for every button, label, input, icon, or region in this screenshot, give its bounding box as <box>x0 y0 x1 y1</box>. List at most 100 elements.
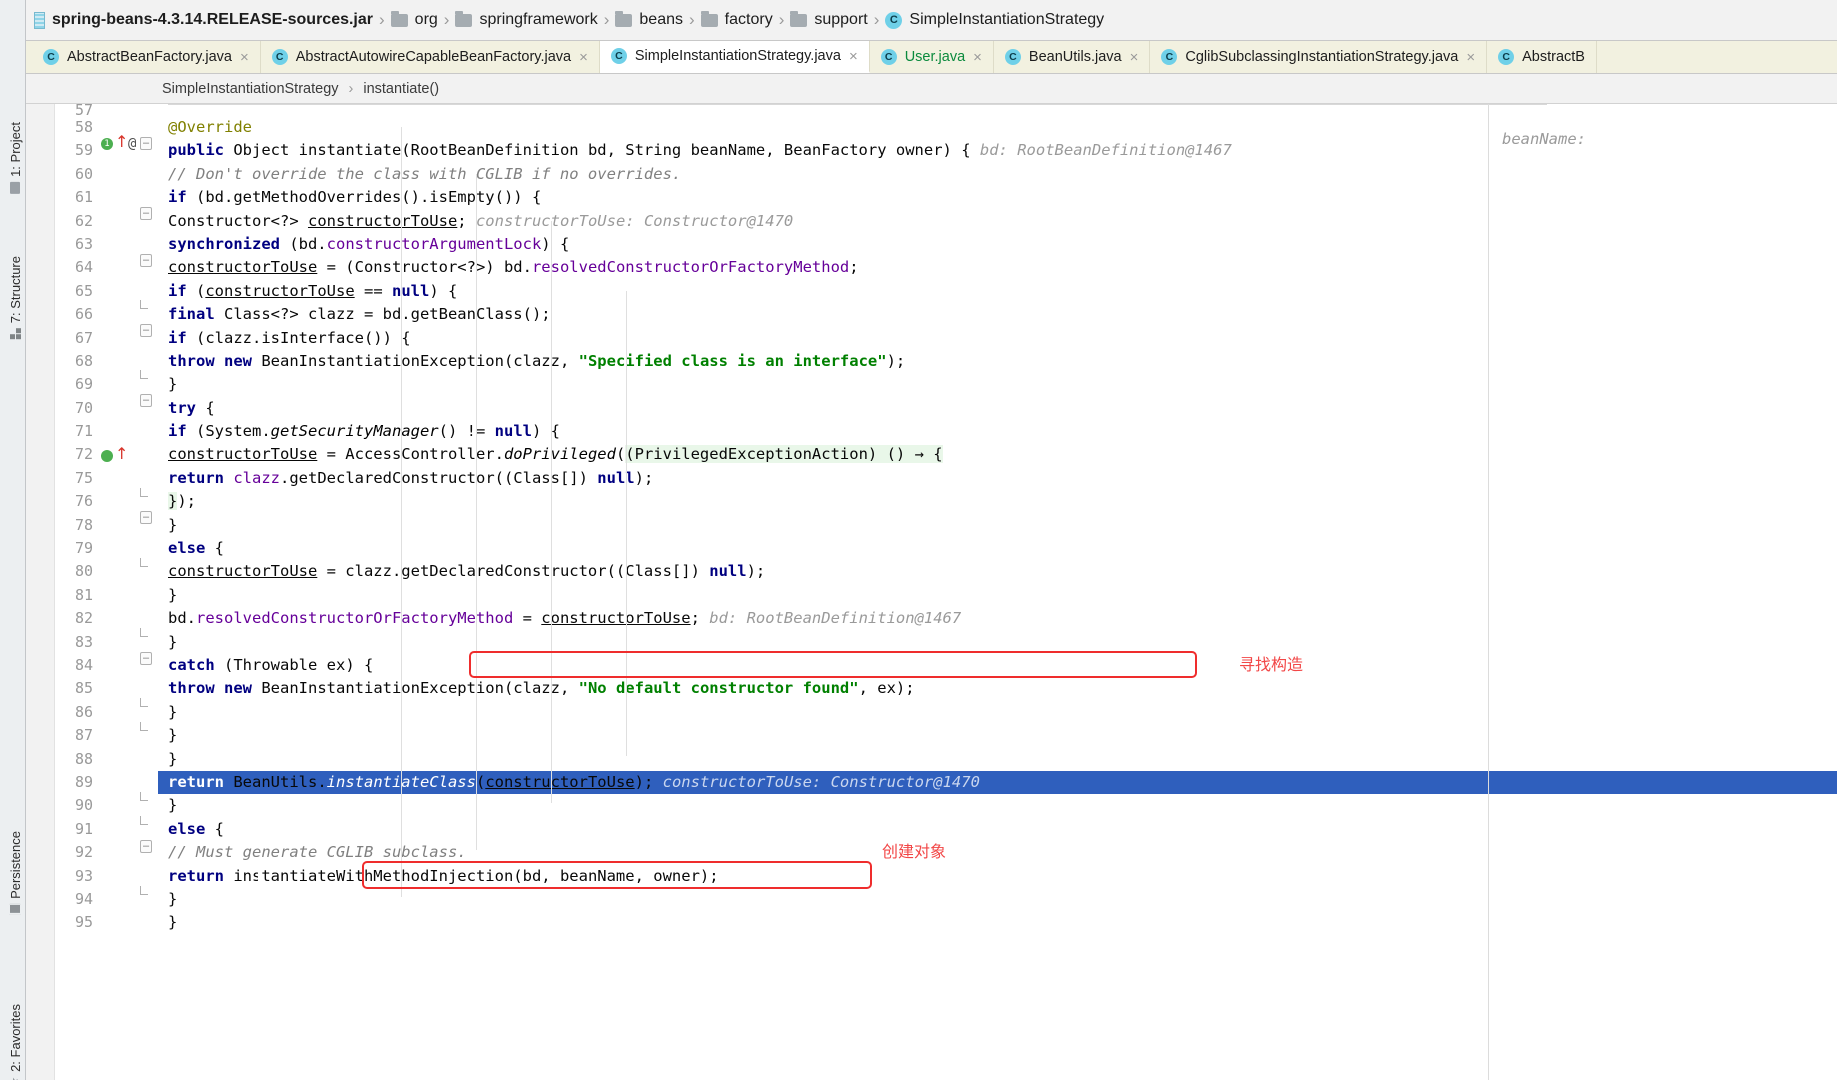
indent-guides <box>158 104 1837 1080</box>
editor-annotation-gutter[interactable] <box>26 104 55 1080</box>
line-number: 63 <box>74 234 93 253</box>
line-number: 67 <box>74 328 93 347</box>
tab-abstractb-overflow[interactable]: C AbstractB <box>1487 41 1597 73</box>
sidebar-item-label: Persistence <box>7 831 23 899</box>
tab-label: BeanUtils.java <box>1028 49 1122 65</box>
code-folding-gutter[interactable] <box>136 104 158 1080</box>
tab-beanutils[interactable]: C BeanUtils.java × <box>994 41 1151 73</box>
line-number: 89 <box>74 772 93 791</box>
line-number: 71 <box>74 422 93 441</box>
line-number: 69 <box>74 375 93 394</box>
tab-abstractbeanfactory[interactable]: C AbstractBeanFactory.java × <box>32 41 261 73</box>
fold-collapse-icon[interactable] <box>140 137 152 150</box>
sidebar-item-structure[interactable]: 7: Structure <box>2 252 28 343</box>
breadcrumb-label: springframework <box>479 11 598 28</box>
inline-hint-overflow: beanName: <box>1502 130 1586 148</box>
breadcrumb-label: beans <box>639 11 683 28</box>
line-number: 72 <box>74 445 93 464</box>
left-tool-window-strip: 1: Project 7: Structure Persistence ★ 2:… <box>0 0 26 1080</box>
member-breadcrumb-method[interactable]: instantiate() <box>363 81 439 97</box>
annotation-find-constructor: 寻找构造 <box>1239 655 1304 674</box>
line-number: 60 <box>74 164 93 183</box>
line-number: 58 <box>74 118 93 136</box>
close-icon[interactable]: × <box>973 50 982 65</box>
line-number: 95 <box>74 913 93 932</box>
breadcrumb-label: spring-beans-4.3.14.RELEASE-sources.jar <box>52 11 373 28</box>
breadcrumb-item-springframework[interactable]: springframework <box>455 10 598 29</box>
java-class-icon: C <box>880 49 897 65</box>
breadcrumb-label: factory <box>724 11 773 28</box>
fold-collapse-icon[interactable] <box>140 254 152 267</box>
breadcrumb-separator-icon: › <box>689 10 695 29</box>
tab-abstractautowirecapablebeanfactory[interactable]: C AbstractAutowireCapableBeanFactory.jav… <box>261 41 600 73</box>
fold-collapse-icon[interactable] <box>140 207 152 220</box>
sidebar-item-persistence[interactable]: Persistence <box>2 827 28 919</box>
breakpoint-icon[interactable] <box>101 450 113 462</box>
fold-collapse-icon[interactable] <box>140 394 152 407</box>
tab-simpleinstantiationstrategy[interactable]: C SimpleInstantiationStrategy.java × <box>599 41 870 73</box>
line-number: 64 <box>74 258 93 277</box>
line-number: 79 <box>74 539 93 558</box>
breadcrumb-label: support <box>814 11 868 28</box>
structure-icon <box>9 328 21 340</box>
fold-collapse-icon[interactable] <box>140 840 152 853</box>
sidebar-item-favorites[interactable]: ★ 2: Favorites <box>2 1000 28 1080</box>
java-class-icon: C <box>271 49 288 65</box>
member-breadcrumb-class[interactable]: SimpleInstantiationStrategy <box>162 81 339 97</box>
tab-label: SimpleInstantiationStrategy.java <box>634 48 841 64</box>
breadcrumb-item-factory[interactable]: factory <box>700 10 773 29</box>
breadcrumb-separator-icon: › <box>348 80 354 97</box>
folder-icon <box>700 10 718 27</box>
navigation-breadcrumb-bar: spring-beans-4.3.14.RELEASE-sources.jar … <box>26 0 1837 41</box>
line-number: 82 <box>74 609 93 628</box>
breadcrumb-separator-icon: › <box>443 10 450 29</box>
line-number: 57 <box>74 104 93 116</box>
breadcrumb-separator-icon: › <box>603 10 610 29</box>
close-icon[interactable]: × <box>1130 50 1139 65</box>
fold-end-icon <box>140 792 148 801</box>
tab-label: CglibSubclassingInstantiationStrategy.ja… <box>1185 49 1459 65</box>
breadcrumb-item-jar[interactable]: spring-beans-4.3.14.RELEASE-sources.jar <box>34 11 373 29</box>
folder-icon <box>615 10 633 27</box>
breakpoint-icon[interactable]: 1 <box>101 138 113 150</box>
tab-user[interactable]: C User.java × <box>870 41 994 73</box>
line-number: 59 <box>74 141 93 160</box>
fold-end-icon <box>140 698 148 707</box>
breadcrumb-item-class[interactable]: C SimpleInstantiationStrategy <box>885 11 1104 29</box>
close-icon[interactable]: × <box>1466 50 1475 65</box>
fold-end-icon <box>140 488 148 497</box>
fold-collapse-icon[interactable] <box>140 511 152 524</box>
sidebar-item-project[interactable]: 1: Project <box>2 118 28 198</box>
breadcrumb-label: org <box>414 11 438 28</box>
code-content[interactable]: @Override public Object instantiate(Root… <box>158 104 1837 1080</box>
fold-end-icon <box>140 816 148 825</box>
line-number: 83 <box>74 632 93 651</box>
fold-collapse-icon[interactable] <box>140 324 152 337</box>
breadcrumb-item-beans[interactable]: beans <box>615 10 683 29</box>
breadcrumb-item-support[interactable]: support <box>790 10 868 29</box>
sidebar-item-label: 7: Structure <box>7 256 23 324</box>
fold-end-icon <box>140 628 148 637</box>
line-number: 65 <box>74 281 93 300</box>
sidebar-item-label: 1: Project <box>7 122 23 177</box>
breadcrumb-item-org[interactable]: org <box>390 10 438 29</box>
fold-collapse-icon[interactable] <box>140 652 152 665</box>
gutter-marker-area[interactable]: 1 ↑ @ ↑ <box>98 104 136 1080</box>
jar-icon <box>34 11 45 29</box>
line-number: 85 <box>74 679 93 698</box>
close-icon[interactable]: × <box>849 49 858 64</box>
line-number: 75 <box>74 468 93 487</box>
java-class-icon: C <box>610 48 627 64</box>
line-number: 76 <box>74 492 93 511</box>
line-number: 90 <box>74 796 93 815</box>
tab-cglibsubclassinginstantiationstrategy[interactable]: C CglibSubclassingInstantiationStrategy.… <box>1150 41 1488 73</box>
tab-label: AbstractBeanFactory.java <box>67 49 232 65</box>
implementing-method-arrow-icon[interactable]: ↑ <box>115 134 128 150</box>
java-class-icon: C <box>1161 49 1178 65</box>
implementing-method-arrow-icon[interactable]: ↑ <box>115 446 128 462</box>
line-number: 80 <box>74 562 93 581</box>
close-icon[interactable]: × <box>579 50 588 65</box>
line-number: 78 <box>74 515 93 534</box>
code-editor[interactable]: 57 58 59 60 61 62 63 64 65 66 67 68 69 70 71 72 75 76 78 79… <box>26 104 1837 1080</box>
close-icon[interactable]: × <box>240 50 249 65</box>
